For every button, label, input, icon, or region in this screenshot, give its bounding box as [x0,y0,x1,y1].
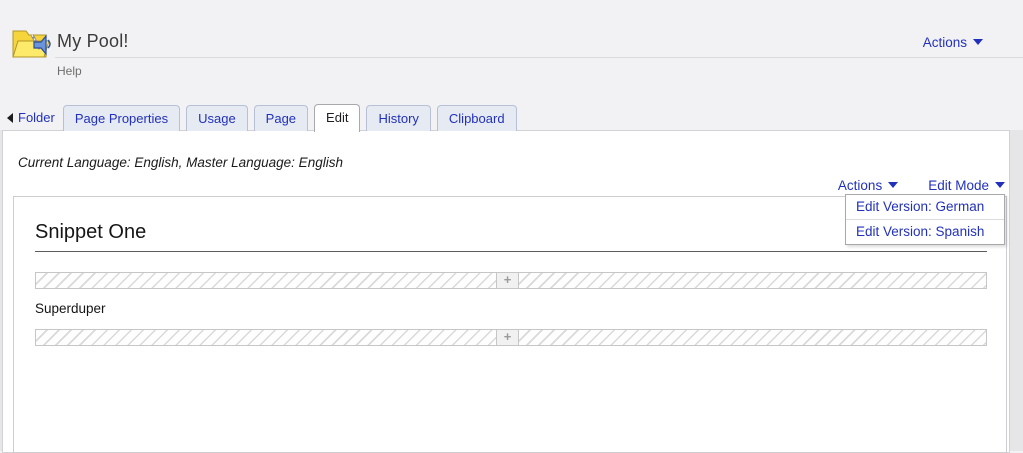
back-to-folder-link[interactable]: Folder [7,110,63,131]
header-divider [55,57,1023,58]
tab-bar: Folder Page Properties Usage Page Edit H… [7,104,523,131]
add-block-button[interactable]: + [496,329,519,346]
tab-page-properties[interactable]: Page Properties [63,105,180,131]
chevron-down-icon [888,182,898,188]
triangle-left-icon [7,113,13,123]
edit-mode-button[interactable]: Edit Mode [928,178,1005,193]
edit-mode-label: Edit Mode [928,178,989,193]
menu-item-edit-version-german[interactable]: Edit Version: German [846,195,1004,219]
help-link[interactable]: Help [57,64,82,78]
back-link-label: Folder [18,110,55,125]
tab-history[interactable]: History [366,105,430,131]
tab-edit[interactable]: Edit [314,104,360,132]
header-actions-button[interactable]: Actions [923,35,983,50]
add-block-button[interactable]: + [496,272,519,289]
header-actions-label: Actions [923,35,967,50]
empty-content-slot[interactable] [35,272,496,289]
tab-clipboard[interactable]: Clipboard [437,105,517,131]
chevron-down-icon [973,39,983,45]
page-header: My Pool! Actions Help [0,0,1023,104]
editor-actions-button[interactable]: Actions [838,178,898,193]
language-status: Current Language: English, Master Langua… [18,155,343,170]
empty-content-slot[interactable] [519,329,987,346]
editor-actions-label: Actions [838,178,882,193]
chevron-down-icon [995,182,1005,188]
editor-toolbar: Actions Edit Mode [838,178,1005,193]
content-slot-row: + [35,329,987,346]
actions-dropdown-menu: Edit Version: German Edit Version: Spani… [845,194,1005,245]
empty-content-slot[interactable] [519,272,987,289]
publication-folder-icon [10,24,52,60]
tab-usage[interactable]: Usage [186,105,248,131]
page-title: My Pool! [57,31,129,52]
empty-content-slot[interactable] [35,329,496,346]
menu-item-edit-version-spanish[interactable]: Edit Version: Spanish [846,219,1004,244]
tab-page[interactable]: Page [254,105,308,131]
document-subheading[interactable]: Superduper [35,301,987,316]
content-slot-row: + [35,272,987,289]
